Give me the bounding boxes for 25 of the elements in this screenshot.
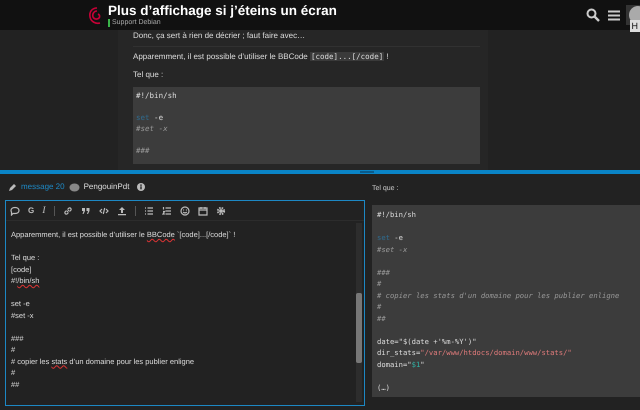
link-icon[interactable] <box>62 206 73 216</box>
avatar-icon <box>68 182 80 192</box>
numbered-list-icon[interactable] <box>162 206 172 216</box>
code-icon[interactable] <box>98 206 109 216</box>
quote-icon[interactable] <box>80 206 91 216</box>
chat-bubble-icon[interactable] <box>10 206 20 216</box>
post-text: Donc, ça sert à rien de décrier ; faut faire avec… <box>133 30 306 42</box>
post-text: Tel que : <box>133 69 164 81</box>
resize-handle[interactable] <box>360 171 374 173</box>
bullet-list-icon[interactable] <box>144 206 154 216</box>
menu-icon[interactable] <box>608 10 620 20</box>
pencil-icon <box>8 182 17 192</box>
calendar-icon[interactable] <box>198 206 208 216</box>
bold-button[interactable]: G <box>28 206 34 214</box>
search-icon[interactable] <box>586 8 600 22</box>
topic-title[interactable]: Plus d’affichage si j’éteins un écran <box>108 3 337 19</box>
tooltip: H <box>630 20 640 32</box>
info-icon[interactable] <box>137 183 146 191</box>
reply-target-link[interactable]: message 20 <box>21 181 65 193</box>
upload-icon[interactable] <box>116 206 127 216</box>
scrollbar-thumb[interactable] <box>356 293 362 363</box>
italic-button[interactable]: I <box>42 206 46 216</box>
settings-icon[interactable] <box>216 206 226 216</box>
username: PengouinPdt <box>84 181 130 193</box>
smiley-icon[interactable] <box>180 206 190 216</box>
